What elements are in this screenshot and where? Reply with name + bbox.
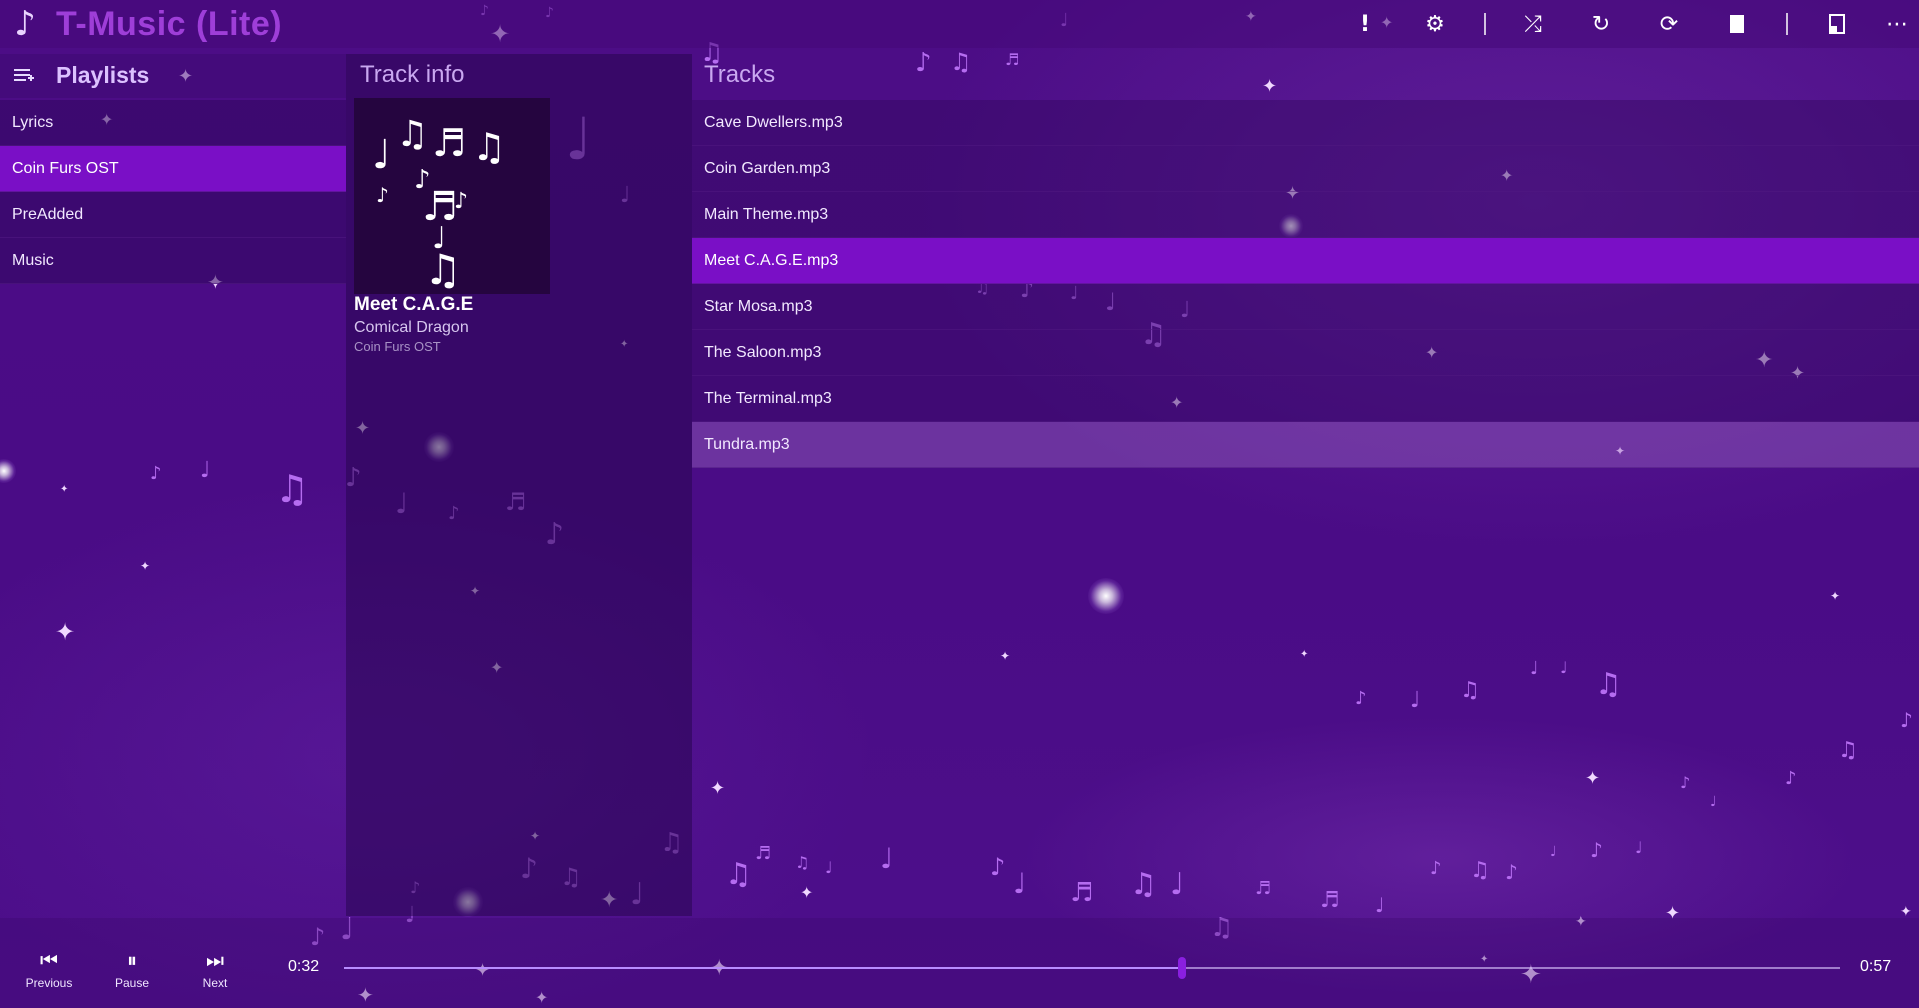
hamburger-menu-icon[interactable] [12, 64, 36, 88]
track-list: Cave Dwellers.mp3 Coin Garden.mp3 Main T… [692, 100, 1919, 468]
playlist-item-selected[interactable]: Coin Furs OST [0, 146, 346, 192]
current-time: 0:32 [288, 958, 320, 975]
album-art-image: ♩ ♫ ♬ ♫ ♪ ♬ ♩ ♫ ♪ ♪ [372, 114, 506, 294]
track-row-hovered[interactable]: Tundra.mp3 [692, 422, 1919, 468]
cast-icon[interactable] [1820, 8, 1854, 40]
track-info-title: Track info [360, 61, 465, 88]
track-row[interactable]: The Saloon.mp3 [692, 330, 1919, 376]
playlist-item[interactable]: Music [0, 238, 346, 284]
svg-text:♫: ♫ [472, 125, 506, 169]
repeat-icon[interactable]: ↻ [1584, 8, 1618, 40]
playlist-list: Lyrics Coin Furs OST PreAdded Music [0, 100, 346, 284]
track-row-selected[interactable]: Meet C.A.G.E.mp3 [692, 238, 1919, 284]
pause-button[interactable]: ⏸ Pause [97, 948, 167, 998]
settings-icon[interactable]: ⚙ [1418, 8, 1452, 40]
more-icon[interactable]: ⋯ [1880, 8, 1914, 40]
pause-icon: ⏸ [127, 948, 137, 972]
next-icon: ⏭ [206, 948, 224, 972]
tracks-title: Tracks [704, 61, 776, 88]
svg-text:♪: ♪ [376, 183, 389, 207]
track-info-panel: Track info ♩ ♫ ♬ ♫ ♪ ♬ ♩ ♫ ♪ ♪ Meet C.A.… [346, 54, 692, 916]
total-time: 0:57 [1860, 958, 1892, 975]
compact-mode-icon[interactable] [1720, 8, 1754, 40]
shuffle-icon[interactable]: ⤮ [1516, 8, 1550, 40]
track-row[interactable]: Coin Garden.mp3 [692, 146, 1919, 192]
album-art: ♩ ♫ ♬ ♫ ♪ ♬ ♩ ♫ ♪ ♪ [354, 98, 550, 294]
playlist-item[interactable]: Lyrics [0, 100, 346, 146]
title-bar: ♪ T-Music (Lite) ! ⚙ ⤮ ↻ ⟳ ⋯ [0, 0, 1919, 48]
track-row[interactable]: Main Theme.mp3 [692, 192, 1919, 238]
current-track-artist: Comical Dragon [354, 319, 469, 336]
tracks-panel: Tracks Cave Dwellers.mp3 Coin Garden.mp3… [692, 54, 1919, 916]
app-title: T-Music (Lite) [56, 5, 283, 43]
previous-icon: ⏮ [40, 948, 58, 972]
player-bar: ⏮ Previous ⏸ Pause ⏭ Next 0:32 0:57 [0, 918, 1919, 1008]
previous-label: Previous [25, 976, 73, 990]
svg-text:♬: ♬ [432, 121, 466, 165]
seek-bar-thumb[interactable] [1177, 957, 1186, 979]
playlists-panel: Playlists Lyrics Coin Furs OST PreAdded … [0, 54, 346, 916]
track-row[interactable]: Cave Dwellers.mp3 [692, 100, 1919, 146]
app-logo: ♪ [14, 4, 36, 44]
seek-bar-progress [344, 967, 1182, 969]
track-row[interactable]: Star Mosa.mp3 [692, 284, 1919, 330]
previous-button[interactable]: ⏮ Previous [14, 948, 84, 998]
svg-text:♩: ♩ [372, 132, 391, 178]
info-icon[interactable]: ! [1348, 8, 1382, 40]
toolbar-separator [1786, 13, 1788, 35]
playlists-header: Playlists [0, 54, 346, 98]
current-track-title: Meet C.A.G.E [354, 294, 474, 315]
playlist-item[interactable]: PreAdded [0, 192, 346, 238]
toolbar-separator [1484, 13, 1486, 35]
next-button[interactable]: ⏭ Next [180, 948, 250, 998]
playlists-title: Playlists [56, 62, 150, 88]
next-label: Next [202, 976, 228, 990]
svg-text:♪: ♪ [454, 189, 468, 214]
svg-text:♫: ♫ [424, 245, 462, 294]
current-track-album: Coin Furs OST [354, 339, 441, 354]
seek-bar[interactable] [344, 957, 1840, 979]
pause-label: Pause [114, 976, 150, 990]
svg-text:♫: ♫ [396, 114, 428, 155]
repeat-one-icon[interactable]: ⟳ [1652, 8, 1686, 40]
track-row[interactable]: The Terminal.mp3 [692, 376, 1919, 422]
